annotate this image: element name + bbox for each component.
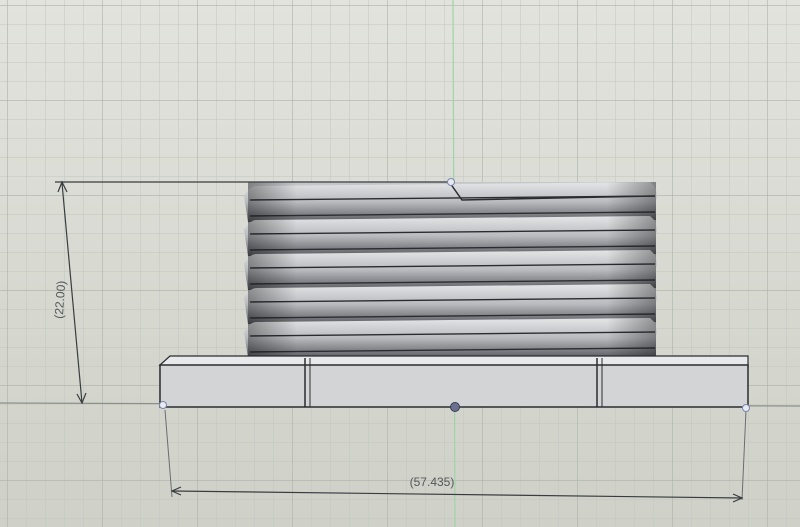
snap-point-top[interactable]: [447, 178, 455, 186]
base-plate[interactable]: [158, 355, 749, 408]
cad-viewport[interactable]: (22.00) (57.435): [0, 0, 800, 527]
height-dimension-label[interactable]: (22.00): [52, 280, 69, 319]
origin-point[interactable]: [450, 402, 460, 412]
width-dimension-label[interactable]: (57.435): [410, 475, 455, 489]
snap-point-right[interactable]: [742, 404, 750, 412]
snap-point-left[interactable]: [159, 401, 167, 409]
threaded-body[interactable]: [244, 182, 658, 358]
